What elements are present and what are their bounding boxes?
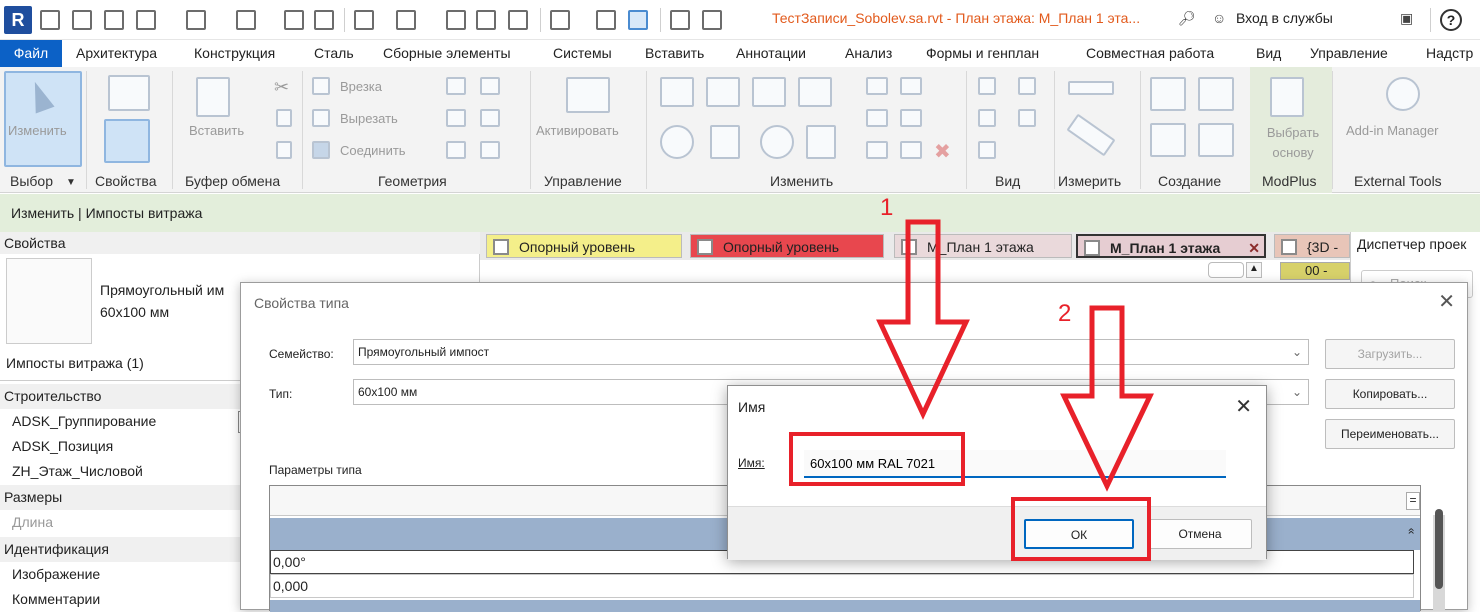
annotation-arrows <box>876 219 1154 492</box>
arrow-down-2-icon <box>1060 305 1154 492</box>
arrow-down-1-icon <box>876 219 970 420</box>
